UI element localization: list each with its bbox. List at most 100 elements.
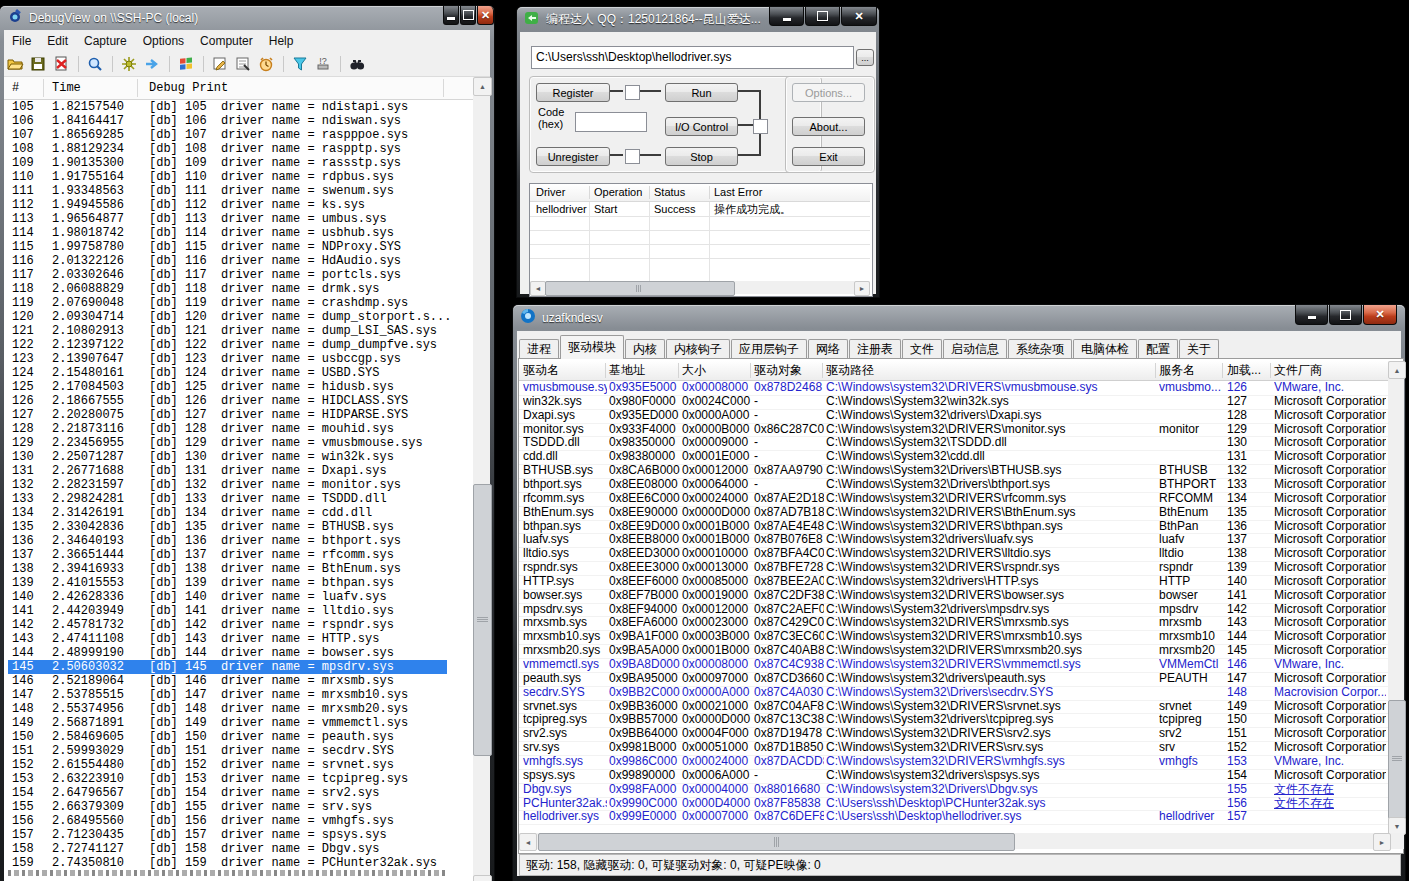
driver-row[interactable]: mrxsmb.sys0x8EFA60000x000230000x87C429C0… <box>519 616 1388 630</box>
magnifier-icon[interactable] <box>87 56 104 72</box>
log-row[interactable]: 1452.50603032[db] 145 driver name = mpsd… <box>8 660 447 674</box>
driver-row[interactable]: BthEnum.sys0x8EE900000x0000D0000x87AD7B1… <box>519 506 1388 520</box>
scroll-thumb[interactable] <box>1388 700 1406 819</box>
log-row[interactable]: 1121.94945586[db] 112 driver name = ks.s… <box>8 198 447 212</box>
tab-驱动模块[interactable]: 驱动模块 <box>560 335 624 359</box>
windows-messages-icon[interactable] <box>178 56 195 72</box>
log-row[interactable]: 1101.91755164[db] 110 driver name = rdpb… <box>8 170 447 184</box>
log-row[interactable]: 1192.07690048[db] 119 driver name = cras… <box>8 296 447 310</box>
close-button[interactable]: ✕ <box>1363 305 1397 325</box>
scroll-right-arrow[interactable]: ► <box>854 281 870 296</box>
driver-row[interactable]: srv2.sys0x9BB640000x0004F0000x87D19478C:… <box>519 727 1388 741</box>
register-run-checkbox[interactable] <box>625 85 640 100</box>
driver-row[interactable]: srv.sys0x9981B0000x000510000x87D1B850C:\… <box>519 741 1388 755</box>
debugview-log-list[interactable]: # Time Debug Print 1051.82157540[db] 105… <box>4 77 473 881</box>
scroll-up-arrow[interactable]: ▲ <box>473 77 492 96</box>
log-row[interactable]: 1382.39416933[db] 138 driver name = BthE… <box>8 562 447 576</box>
driver-row[interactable]: BTHUSB.sys0x8CA6B0000x000120000x87AA9790… <box>519 464 1388 478</box>
log-row[interactable]: 1292.23456955[db] 129 driver name = vmus… <box>8 436 447 450</box>
driver-row[interactable]: hellodriver.sys0x999E00000x000070000x87C… <box>519 810 1388 824</box>
log-column-headers[interactable]: # Time Debug Print <box>4 77 473 100</box>
driver-row[interactable]: mrxsmb10.sys0x9BA1F0000x0003B0000x87C3EC… <box>519 630 1388 644</box>
col-operation[interactable]: Operation <box>594 184 642 201</box>
log-row[interactable]: 1432.47411108[db] 143 driver name = HTTP… <box>8 632 447 646</box>
log-row[interactable]: 1552.66379309[db] 155 driver name = srv.… <box>8 800 447 814</box>
col-4[interactable]: 驱动路径 <box>826 361 874 379</box>
minimize-button[interactable] <box>769 7 804 26</box>
tab-进程[interactable]: 进程 <box>519 339 559 359</box>
driver-row[interactable]: tcpipreg.sys0x9BB570000x0000D0000x87C13C… <box>519 713 1388 727</box>
close-button[interactable]: ✕ <box>477 6 494 25</box>
log-row[interactable]: 1592.74350810[db] 159 driver name = PCHu… <box>8 856 447 870</box>
col-3[interactable]: 驱动对象 <box>754 361 802 379</box>
log-row[interactable]: 1111.93348563[db] 111 driver name = swen… <box>8 184 447 198</box>
stop-button[interactable]: Stop <box>665 147 738 166</box>
log-row[interactable]: 1262.18667555[db] 126 driver name = HIDC… <box>8 394 447 408</box>
menu-capture[interactable]: Capture <box>76 34 135 48</box>
options-button[interactable]: Options... <box>792 83 865 102</box>
clear-display-icon[interactable] <box>53 56 70 72</box>
log-row[interactable]: 1332.29824281[db] 133 driver name = TSDD… <box>8 492 447 506</box>
driver-row[interactable]: luafv.sys0x8EEB80000x0001B0000x87B076E8C… <box>519 533 1388 547</box>
driver-row[interactable]: bthport.sys0x8EE080000x00064000-C:\Windo… <box>519 478 1388 492</box>
log-row[interactable]: 1422.45781732[db] 142 driver name = rspn… <box>8 618 447 632</box>
log-row[interactable]: 1232.13907647[db] 123 driver name = usbc… <box>8 352 447 366</box>
comment-icon[interactable] <box>212 56 229 72</box>
driver-row[interactable]: rfcomm.sys0x8EE6C0000x000240000x87AE2D18… <box>519 492 1388 506</box>
col-6[interactable]: 加载... <box>1227 361 1261 379</box>
log-row[interactable]: 1562.68495560[db] 156 driver name = vmhg… <box>8 814 447 828</box>
log-row[interactable]: 1402.42628336[db] 140 driver name = luaf… <box>8 590 447 604</box>
col-status[interactable]: Status <box>654 184 685 201</box>
col-5[interactable]: 服务名 <box>1159 361 1195 379</box>
minimize-button[interactable] <box>443 6 459 25</box>
log-row[interactable]: 1081.88129234[db] 108 driver name = rasp… <box>8 142 447 156</box>
log-row[interactable]: 1362.34640193[db] 136 driver name = bthp… <box>8 534 447 548</box>
loader-table-header[interactable]: Driver Operation Status Last Error <box>530 184 870 202</box>
log-row[interactable]: 1492.56871891[db] 149 driver name = vmme… <box>8 716 447 730</box>
clock-time-icon[interactable] <box>258 56 275 72</box>
log-row[interactable]: 1151.99758780[db] 115 driver name = NDPr… <box>8 240 447 254</box>
log-row[interactable]: 1312.26771688[db] 131 driver name = Dxap… <box>8 464 447 478</box>
maximize-button[interactable] <box>805 7 840 26</box>
driver-row[interactable]: srvnet.sys0x9BB360000x000210000x87C04AF8… <box>519 700 1388 714</box>
log-row[interactable]: 1572.71230435[db] 157 driver name = spsy… <box>8 828 447 842</box>
col-driver[interactable]: Driver <box>536 184 565 201</box>
loader-result-row[interactable]: hellodriverStartSuccess操作成功完成。 <box>530 202 870 216</box>
debugview-titlebar[interactable]: DebugView on \\SSH-PC (local) <box>0 6 494 30</box>
driver-row[interactable]: monitor.sys0x933F40000x0000B0000x86C287C… <box>519 423 1388 437</box>
exit-button[interactable]: Exit <box>792 147 865 166</box>
debugview-vscrollbar[interactable]: ▲ ▼ <box>473 77 490 881</box>
unregister-button[interactable]: Unregister <box>536 147 610 166</box>
log-row[interactable]: 1222.12397122[db] 122 driver name = dump… <box>8 338 447 352</box>
filter-icon[interactable] <box>292 56 309 72</box>
maximize-button[interactable] <box>460 6 476 25</box>
log-row[interactable]: 1061.84164417[db] 106 driver name = ndis… <box>8 114 447 128</box>
loader-hscrollbar[interactable]: ◄ ► <box>530 281 870 294</box>
log-row[interactable]: 1372.36651444[db] 137 driver name = rfco… <box>8 548 447 562</box>
scroll-down-arrow[interactable]: ▼ <box>473 875 492 881</box>
pchunter-titlebar[interactable]: uzafkndesv <box>513 305 1405 331</box>
log-row[interactable]: 1172.03302646[db] 117 driver name = port… <box>8 268 447 282</box>
scroll-right-arrow[interactable]: ► <box>1373 833 1391 851</box>
tab-配置[interactable]: 配置 <box>1138 339 1178 359</box>
log-row[interactable]: 1212.10802913[db] 121 driver name = dump… <box>8 324 447 338</box>
log-row[interactable]: 1131.96564877[db] 113 driver name = umbu… <box>8 212 447 226</box>
scroll-thumb[interactable] <box>545 281 735 296</box>
tab-内核[interactable]: 内核 <box>625 339 665 359</box>
log-row[interactable]: 1282.21873116[db] 128 driver name = mouh… <box>8 422 447 436</box>
driver-row[interactable]: win32k.sys0x980F00000x0024C000-C:\Window… <box>519 395 1388 409</box>
open-log-icon[interactable] <box>7 56 24 72</box>
log-row[interactable]: 1202.09304714[db] 120 driver name = dump… <box>8 310 447 324</box>
tab-文件[interactable]: 文件 <box>902 339 942 359</box>
unregister-stop-checkbox[interactable] <box>625 149 640 164</box>
driver-row[interactable]: secdrv.SYS0x9BB2C0000x0000A0000x87C4A030… <box>519 686 1388 700</box>
find-icon[interactable] <box>349 56 366 72</box>
log-row[interactable]: 1252.17084503[db] 125 driver name = hidu… <box>8 380 447 394</box>
about-button[interactable]: About... <box>792 117 865 136</box>
col-debugprint[interactable]: Debug Print <box>149 81 228 95</box>
menu-edit[interactable]: Edit <box>39 34 76 48</box>
scroll-left-arrow[interactable]: ◄ <box>519 833 537 851</box>
menu-computer[interactable]: Computer <box>192 34 261 48</box>
menu-help[interactable]: Help <box>261 34 302 48</box>
browse-button[interactable]: ... <box>856 49 874 66</box>
